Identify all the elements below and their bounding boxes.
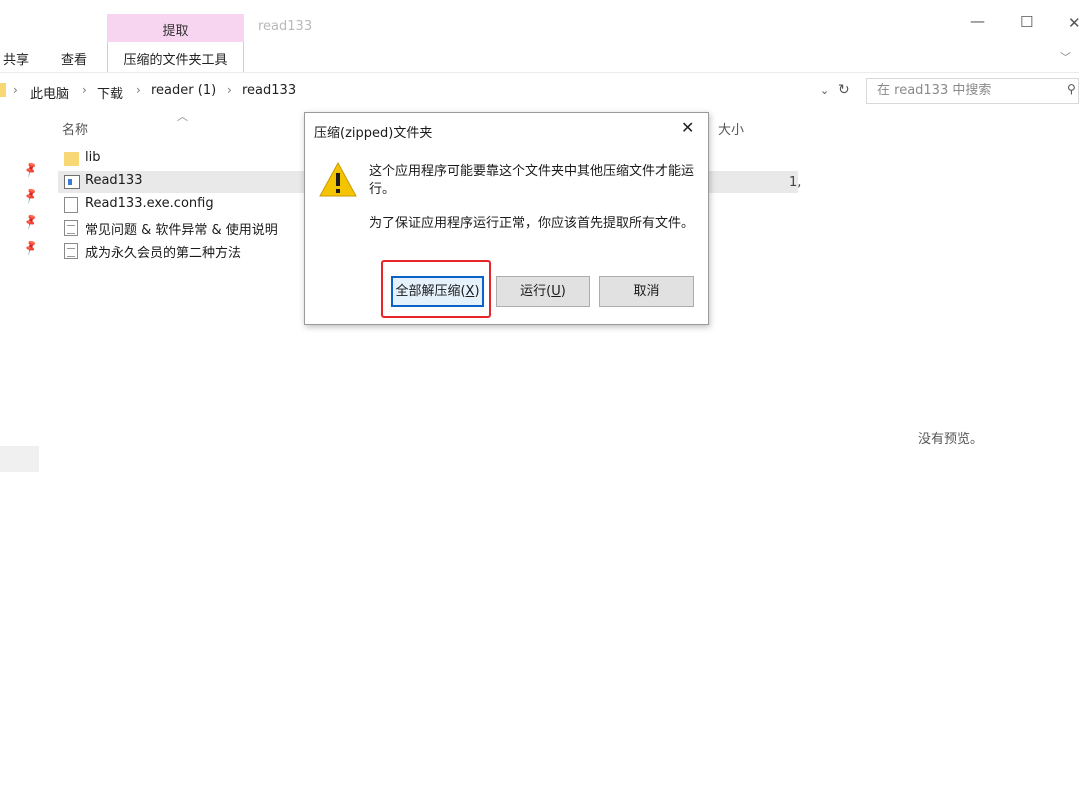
pin-icon: 📌: [21, 212, 41, 231]
file-size: 1,: [789, 175, 802, 190]
context-tab-group: 提取: [107, 14, 244, 42]
dialog-message: 这个应用程序可能要靠这个文件夹中其他压缩文件才能运行。: [369, 164, 695, 197]
dialog-title: 压缩(zipped)文件夹: [314, 126, 433, 141]
folder-icon: [64, 152, 79, 166]
pin-icon: 📌: [21, 160, 41, 179]
sidebar-selected-item[interactable]: [0, 446, 39, 472]
file-name: Read133.exe.config: [85, 196, 214, 211]
zipped-folder-dialog: 压缩(zipped)文件夹 ✕ 这个应用程序可能要靠这个文件夹中其他压缩文件才能…: [304, 112, 709, 325]
app-icon: [64, 175, 80, 189]
breadcrumb-reader[interactable]: reader (1): [151, 83, 216, 98]
highlight-annotation: [381, 260, 491, 318]
file-name: 常见问题 & 软件异常 & 使用说明: [85, 223, 278, 238]
breadcrumb-separator: ›: [227, 83, 232, 97]
breadcrumb-downloads[interactable]: 下载: [97, 83, 123, 102]
file-name: lib: [85, 150, 101, 165]
dialog-message: 为了保证应用程序运行正常，你应该首先提取所有文件。: [369, 216, 695, 231]
breadcrumb-separator: ›: [82, 83, 87, 97]
button-label: 运行: [520, 284, 547, 299]
warning-icon: [319, 161, 357, 197]
column-header-name[interactable]: 名称: [62, 119, 88, 138]
pin-icon: 📌: [21, 186, 41, 205]
search-input[interactable]: [877, 83, 1057, 98]
file-name: 成为永久会员的第二种方法: [85, 246, 242, 261]
ribbon: 提取 压缩的文件夹工具 共享 查看 read133 — ☐ ✕ ﹀: [0, 0, 1079, 72]
address-row: › 此电脑 › 下载 › reader (1) › read133 ⌄ ↻ ⚲: [0, 76, 1079, 106]
search-icon[interactable]: ⚲: [1067, 82, 1076, 96]
minimize-button[interactable]: —: [970, 12, 985, 30]
breadcrumb-read133[interactable]: read133: [242, 83, 296, 98]
sort-ascending-icon: ︿: [177, 110, 188, 123]
text-file-icon: [64, 220, 78, 236]
close-icon[interactable]: ✕: [681, 118, 694, 137]
tab-view[interactable]: 查看: [61, 49, 87, 68]
context-group-label: 提取: [162, 24, 189, 39]
window-title: read133: [258, 19, 313, 34]
breadcrumb-separator: ›: [13, 83, 18, 97]
chevron-down-icon[interactable]: ⌄: [820, 84, 829, 97]
tab-share[interactable]: 共享: [3, 49, 29, 68]
accelerator-key: U: [551, 284, 561, 299]
breadcrumb-this-pc[interactable]: 此电脑: [30, 83, 69, 102]
pin-icon: 📌: [21, 238, 41, 257]
refresh-icon[interactable]: ↻: [838, 82, 850, 98]
file-icon: [64, 197, 78, 213]
folder-icon: [0, 83, 6, 97]
file-name: Read133: [85, 173, 143, 188]
maximize-button[interactable]: ☐: [1020, 13, 1033, 31]
cancel-button[interactable]: 取消: [599, 276, 694, 307]
column-header-size[interactable]: 大小: [718, 119, 744, 138]
chevron-down-icon[interactable]: ﹀: [1060, 49, 1071, 65]
text-file-icon: [64, 243, 78, 259]
search-box[interactable]: [866, 78, 1079, 104]
ribbon-divider: [0, 72, 1079, 73]
breadcrumb-separator: ›: [136, 83, 141, 97]
tab-compressed-folder-tools[interactable]: 压缩的文件夹工具: [107, 42, 244, 72]
address-bar[interactable]: › 此电脑 › 下载 › reader (1) › read133 ⌄ ↻: [0, 78, 850, 104]
run-button[interactable]: 运行(U): [496, 276, 590, 307]
preview-empty-text: 没有预览。: [918, 432, 984, 447]
close-button[interactable]: ✕: [1068, 14, 1079, 32]
